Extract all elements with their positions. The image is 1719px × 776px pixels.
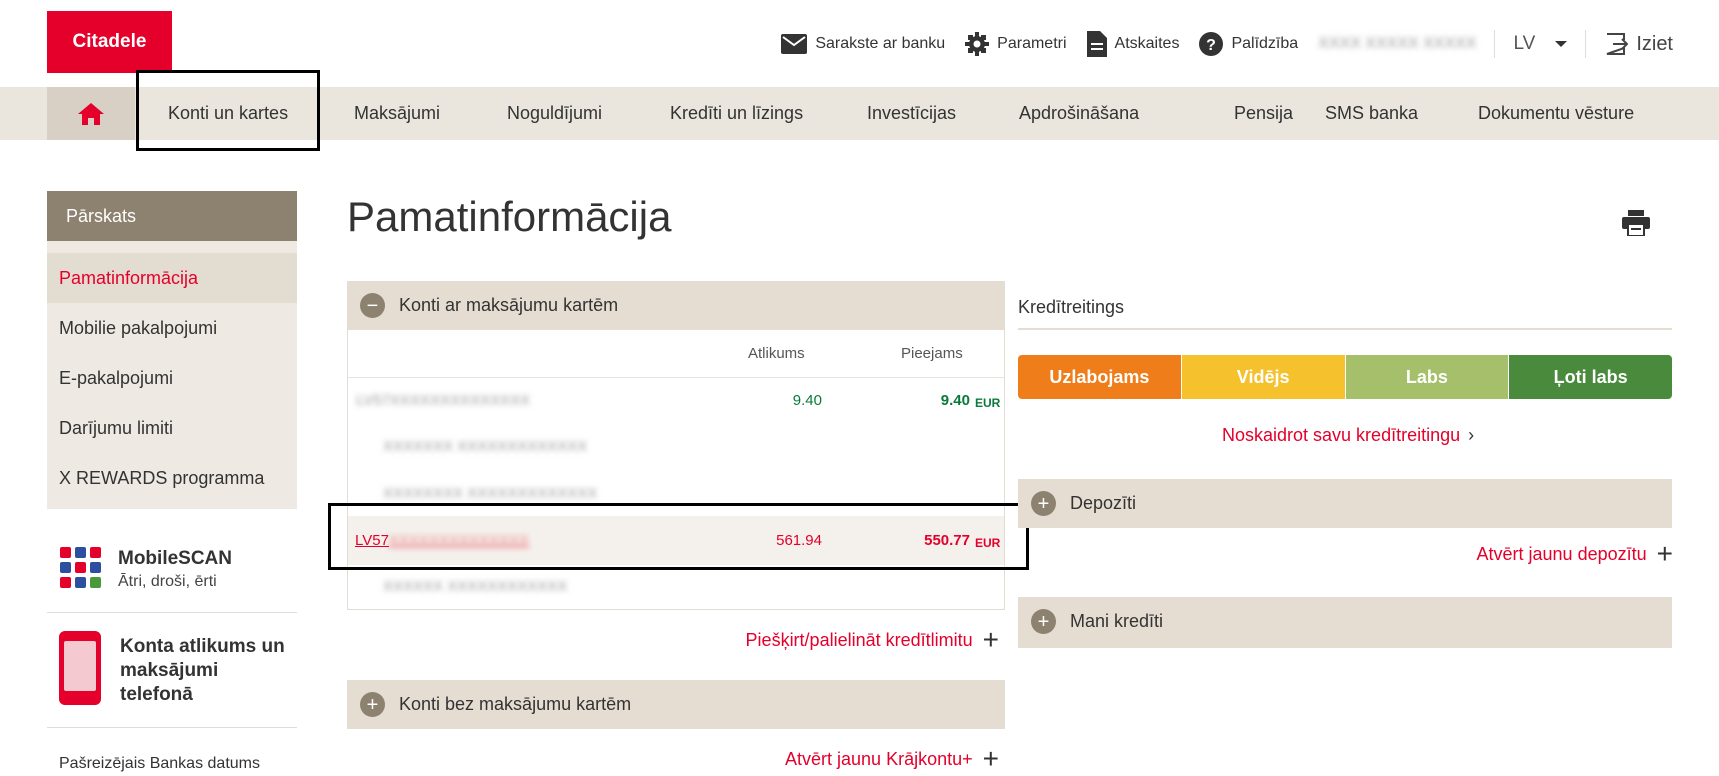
nav-sms-bank[interactable]: SMS banka — [1325, 87, 1418, 140]
available-value: 9.40 — [940, 392, 970, 409]
nav-deposits[interactable]: Noguldījumi — [507, 87, 602, 140]
plus-icon: + — [982, 624, 999, 655]
highlight-box — [136, 70, 320, 151]
credit-limit-label: Piešķirt/palielināt kredītlimitu — [745, 629, 973, 650]
reports-label: Atskaites — [1114, 35, 1180, 52]
mobilescan-icon — [60, 547, 101, 588]
col-available: Pieejams — [901, 345, 963, 362]
credit-limit-link[interactable]: Piešķirt/palielināt kredītlimitu + — [746, 626, 999, 654]
open-deposit-label: Atvērt jaunu depozītu — [1476, 543, 1647, 564]
divider — [1018, 328, 1672, 330]
home-icon — [78, 102, 104, 125]
col-balance: Atlikums — [748, 345, 805, 362]
open-savings-label: Atvērt jaunu Krājkontu+ — [785, 748, 973, 769]
sidebar-item-mobile-services[interactable]: Mobilie pakalpojumi — [47, 303, 297, 353]
open-savings-link[interactable]: Atvērt jaunu Krājkontu+ + — [785, 745, 999, 773]
divider — [1494, 30, 1496, 58]
sidebar-item-x-rewards[interactable]: X REWARDS programma — [47, 453, 297, 503]
expand-icon: + — [360, 692, 385, 717]
account-number[interactable]: LV57XXXXXXXXXXXXXX — [356, 392, 530, 409]
divider — [348, 377, 1004, 378]
plus-icon: + — [1656, 538, 1673, 569]
divider — [1018, 646, 1672, 648]
nav-pension[interactable]: Pensija — [1234, 87, 1293, 140]
sidebar-heading: Pārskats — [47, 191, 297, 241]
mobilescan-promo[interactable]: MobileSCAN Ātri, droši, ērti — [47, 535, 297, 613]
language-value: LV — [1513, 33, 1536, 54]
home-button[interactable] — [47, 87, 135, 140]
bank-date-label: Pašreizējais Bankas datums — [59, 755, 260, 772]
plus-icon: + — [982, 743, 999, 774]
sidebar-item-basic-info[interactable]: Pamatinformācija — [47, 253, 297, 303]
printer-icon — [1622, 210, 1650, 237]
accounts-without-cards-title: Konti bez maksājumu kartēm — [399, 694, 632, 714]
card-entry[interactable]: XXXXXXX XXXXXXXXXXXXX — [383, 438, 587, 455]
rating-very-good: Ļoti labs — [1509, 355, 1672, 399]
collapse-icon: − — [360, 293, 385, 318]
svg-text:?: ? — [1207, 37, 1217, 54]
sidebar-menu: Pamatinformācija Mobilie pakalpojumi E-p… — [47, 241, 297, 509]
rating-good: Labs — [1345, 355, 1510, 399]
currency-label: EUR — [975, 396, 1001, 410]
expand-icon: + — [1031, 609, 1056, 634]
nav-document-history[interactable]: Dokumentu vēsture — [1478, 87, 1634, 140]
logout-icon — [1606, 33, 1629, 55]
accounts-without-cards-header[interactable]: + Konti bez maksājumu kartēm — [347, 680, 1005, 729]
correspondence-link[interactable]: Sarakste ar banku — [781, 34, 945, 54]
document-icon — [1086, 31, 1107, 57]
help-label: Palīdzība — [1231, 35, 1299, 52]
correspondence-label: Sarakste ar banku — [815, 35, 946, 52]
accounts-with-cards-header[interactable]: − Konti ar maksājumu kartēm — [347, 281, 1005, 330]
language-select[interactable]: LV — [1513, 33, 1568, 55]
help-link[interactable]: ? Palīdzība — [1199, 32, 1298, 56]
settings-link[interactable]: Parametri — [965, 32, 1067, 56]
settings-label: Parametri — [997, 35, 1067, 52]
print-button[interactable] — [1622, 210, 1650, 241]
accounts-with-cards-title: Konti ar maksājumu kartēm — [399, 295, 619, 315]
reports-link[interactable]: Atskaites — [1086, 31, 1180, 57]
rating-average: Vidējs — [1181, 355, 1346, 399]
mobilescan-title: MobileSCAN — [118, 548, 232, 569]
expand-icon: + — [1031, 491, 1056, 516]
phone-promo-title: Konta atlikums un maksājumi telefonā — [120, 636, 285, 705]
balance-value: 9.40 — [792, 392, 822, 409]
logout-label: Iziet — [1636, 32, 1673, 55]
deposits-title: Depozīti — [1070, 493, 1137, 513]
credit-rating-title: Kredītreitings — [1018, 297, 1125, 317]
citadele-logo[interactable]: Citadele — [47, 11, 172, 73]
question-icon: ? — [1199, 32, 1224, 56]
highlight-box — [328, 503, 1029, 570]
nav-payments[interactable]: Maksājumi — [354, 87, 440, 140]
nav-loans-leasing[interactable]: Kredīti un līzings — [670, 87, 803, 140]
card-entry[interactable]: XXXXXXXX XXXXXXXXXXXXX — [383, 485, 597, 502]
my-loans-header[interactable]: + Mani kredīti — [1018, 597, 1672, 646]
divider — [1585, 30, 1587, 58]
rating-improvable: Uzlabojams — [1018, 355, 1182, 399]
chevron-right-icon: › — [1468, 425, 1475, 445]
nav-insurance[interactable]: Apdrošināšana — [1019, 87, 1139, 140]
deposits-header[interactable]: + Depozīti — [1018, 479, 1672, 528]
credit-rating-bar: Uzlabojams Vidējs Labs Ļoti labs — [1018, 355, 1672, 399]
open-deposit-link[interactable]: Atvērt jaunu depozītu + — [1477, 540, 1673, 568]
gear-icon — [965, 32, 990, 56]
check-rating-link[interactable]: Noskaidrot savu kredītreitingu › — [1222, 425, 1474, 446]
nav-investments[interactable]: Investīcijas — [867, 87, 956, 140]
sidebar-item-e-services[interactable]: E-pakalpojumi — [47, 353, 297, 403]
top-utility-bar: Sarakste ar banku Parametri Atskaites ? … — [761, 28, 1673, 60]
user-name: XXXX XXXXX XXXXX — [1318, 35, 1477, 52]
bank-date: Pašreizējais Bankas datums — [47, 727, 297, 776]
phone-icon — [59, 631, 101, 705]
my-loans-title: Mani kredīti — [1070, 611, 1164, 631]
page-title: Pamatinformācija — [347, 193, 672, 240]
logout-button[interactable]: Iziet — [1604, 32, 1673, 56]
phone-promo[interactable]: Konta atlikums un maksājumi telefonā — [47, 612, 297, 728]
sidebar-item-transaction-limits[interactable]: Darījumu limiti — [47, 403, 297, 453]
check-rating-label: Noskaidrot savu kredītreitingu — [1222, 425, 1461, 445]
envelope-icon — [781, 34, 808, 54]
chevron-down-icon — [1555, 41, 1568, 47]
card-entry[interactable]: XXXXXX XXXXXXXXXXXX — [383, 578, 567, 595]
mobilescan-subtitle: Ātri, droši, ērti — [118, 573, 217, 590]
